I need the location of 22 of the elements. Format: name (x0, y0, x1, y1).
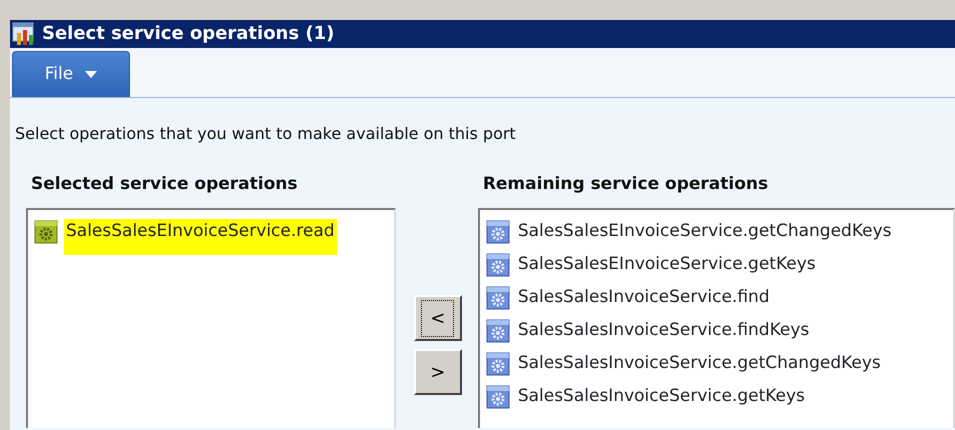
gear-icon (486, 319, 510, 343)
list-heading: Selected service operations (31, 173, 299, 196)
window-title: Select service operations (1) (42, 25, 334, 43)
move-button[interactable]: < (414, 295, 462, 341)
move-button[interactable]: > (414, 349, 462, 395)
operation-item[interactable]: SalesSalesInvoiceService.getKeys (516, 384, 807, 410)
operation-item[interactable]: SalesSalesEInvoiceService.getChangedKeys (516, 219, 894, 245)
operation-item[interactable]: SalesSalesInvoiceService.getChangedKeys (516, 351, 883, 377)
instruction-text: Select operations that you want to make available on this port (15, 123, 517, 145)
gear-icon (486, 352, 510, 376)
gear-icon (486, 220, 510, 244)
operation-item[interactable]: SalesSalesEInvoiceService.read (64, 219, 337, 255)
gear-icon (486, 253, 510, 277)
operation-item[interactable]: SalesSalesInvoiceService.find (516, 285, 772, 311)
caret-icon (85, 71, 98, 78)
operation-item[interactable]: SalesSalesEInvoiceService.getKeys (516, 252, 818, 278)
operation-item[interactable]: SalesSalesInvoiceService.findKeys (516, 318, 812, 344)
gear-icon (486, 286, 510, 310)
list-heading: Remaining service operations (482, 173, 770, 196)
gear-icon (34, 220, 58, 244)
gear-icon (486, 385, 510, 409)
file-menu-tab[interactable]: File (12, 51, 130, 97)
